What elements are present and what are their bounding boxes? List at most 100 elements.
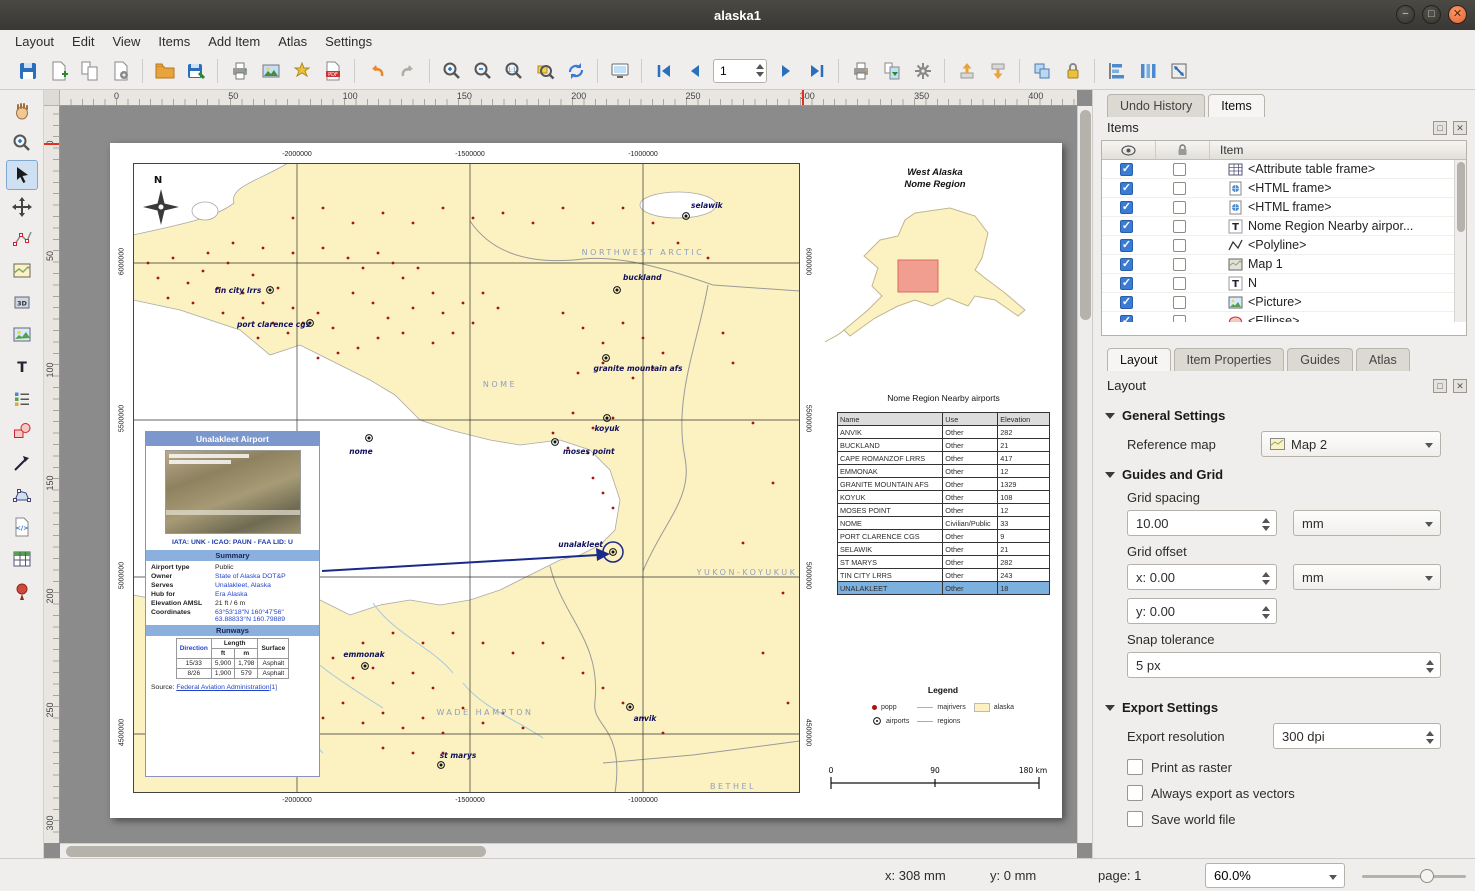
visibility-checkbox[interactable]: ✓ <box>1120 239 1133 252</box>
scalebar-item[interactable]: 0 90 180 km <box>823 763 1047 793</box>
lock-checkbox[interactable] <box>1173 239 1186 252</box>
atlas-settings-button[interactable] <box>907 56 938 87</box>
load-template-button[interactable] <box>149 56 180 87</box>
add-shape-button[interactable] <box>6 416 38 446</box>
reference-map-combo[interactable]: Map 2 <box>1261 431 1441 457</box>
preview-atlas-button[interactable] <box>604 56 635 87</box>
zoom-slider-thumb[interactable] <box>1420 869 1434 883</box>
resize-items-button[interactable] <box>1163 56 1194 87</box>
zoom-out-button[interactable] <box>467 56 498 87</box>
visibility-checkbox[interactable]: ✓ <box>1120 315 1133 323</box>
add-label-button[interactable]: T <box>6 352 38 382</box>
redo-button[interactable] <box>392 56 423 87</box>
zoom-slider[interactable] <box>1362 875 1466 878</box>
lock-checkbox[interactable] <box>1173 220 1186 233</box>
print-atlas-button[interactable] <box>845 56 876 87</box>
print-as-raster-checkbox[interactable] <box>1127 759 1143 775</box>
float-panel-button[interactable]: □ <box>1433 121 1447 135</box>
lock-checkbox[interactable] <box>1173 258 1186 271</box>
zoom-level-input[interactable] <box>1206 864 1344 887</box>
snap-tolerance-spinbox[interactable]: 5 px <box>1127 652 1441 678</box>
group-items-button[interactable] <box>1026 56 1057 87</box>
grid-offset-x-spinbox[interactable]: x: 0.00 <box>1127 564 1277 590</box>
export-svg-button[interactable] <box>286 56 317 87</box>
lock-items-button[interactable] <box>1057 56 1088 87</box>
close-panel-button[interactable]: ✕ <box>1453 379 1467 393</box>
item-row[interactable]: ✓<HTML frame> <box>1102 198 1466 217</box>
tab-atlas[interactable]: Atlas <box>1356 348 1410 371</box>
html-frame-airport-info[interactable]: Unalakleet Airport IATA: UNK - ICAO: PAU… <box>145 431 320 777</box>
canvas-vertical-scrollbar[interactable] <box>1077 106 1092 843</box>
edit-nodes-button[interactable] <box>6 224 38 254</box>
tab-guides[interactable]: Guides <box>1287 348 1353 371</box>
item-row[interactable]: ✓TN <box>1102 274 1466 293</box>
tab-item-properties[interactable]: Item Properties <box>1174 348 1285 371</box>
add-arrow-button[interactable] <box>6 448 38 478</box>
visibility-checkbox[interactable]: ✓ <box>1120 201 1133 214</box>
export-resolution-spinbox[interactable]: 300 dpi <box>1273 723 1441 749</box>
grid-offset-y-spinbox[interactable]: y: 0.00 <box>1127 598 1277 624</box>
layout-page[interactable]: -2000000 -1500000 -1000000 -2000000 -150… <box>110 143 1062 818</box>
last-feature-button[interactable] <box>801 56 832 87</box>
lock-checkbox[interactable] <box>1173 201 1186 214</box>
export-atlas-button[interactable] <box>876 56 907 87</box>
add-3d-map-button[interactable]: 3D <box>6 288 38 318</box>
export-image-button[interactable] <box>255 56 286 87</box>
zoom-full-button[interactable] <box>529 56 560 87</box>
close-panel-button[interactable]: ✕ <box>1453 121 1467 135</box>
visibility-checkbox[interactable]: ✓ <box>1120 258 1133 271</box>
menu-item[interactable]: Items <box>149 32 199 51</box>
visibility-checkbox[interactable]: ✓ <box>1120 220 1133 233</box>
undo-button[interactable] <box>361 56 392 87</box>
grid-spacing-unit-combo[interactable]: mm <box>1293 510 1441 536</box>
tab-layout[interactable]: Layout <box>1107 348 1171 371</box>
item-row[interactable]: ✓<Attribute table frame> <box>1102 160 1466 179</box>
menu-item[interactable]: Edit <box>63 32 103 51</box>
add-html-button[interactable]: </> <box>6 512 38 542</box>
duplicate-layout-button[interactable] <box>74 56 105 87</box>
menu-item[interactable]: Add Item <box>199 32 269 51</box>
general-settings-header[interactable]: General Settings <box>1105 408 1463 423</box>
always-export-vectors-checkbox[interactable] <box>1127 785 1143 801</box>
maximize-button[interactable]: □ <box>1422 5 1441 24</box>
visibility-checkbox[interactable]: ✓ <box>1120 182 1133 195</box>
first-feature-button[interactable] <box>648 56 679 87</box>
select-move-item-button[interactable] <box>6 160 38 190</box>
item-row[interactable]: ✓Map 1 <box>1102 255 1466 274</box>
item-row[interactable]: ✓<Picture> <box>1102 293 1466 312</box>
export-settings-header[interactable]: Export Settings <box>1105 700 1463 715</box>
float-panel-button[interactable]: □ <box>1433 379 1447 393</box>
close-button[interactable]: ✕ <box>1448 5 1467 24</box>
lock-checkbox[interactable] <box>1173 277 1186 290</box>
item-row[interactable]: ✓<Polyline> <box>1102 236 1466 255</box>
zoom-tool-button[interactable] <box>6 128 38 158</box>
zoom-in-button[interactable] <box>436 56 467 87</box>
tab-items[interactable]: Items <box>1208 94 1265 117</box>
refresh-view-button[interactable] <box>560 56 591 87</box>
new-layout-button[interactable] <box>43 56 74 87</box>
align-items-button[interactable] <box>1101 56 1132 87</box>
grid-spacing-spinbox[interactable]: 10.00 <box>1127 510 1277 536</box>
menu-item[interactable]: Layout <box>6 32 63 51</box>
save-button[interactable] <box>12 56 43 87</box>
add-legend-button[interactable] <box>6 384 38 414</box>
lock-checkbox[interactable] <box>1173 182 1186 195</box>
save-as-template-button[interactable] <box>180 56 211 87</box>
items-list-scrollbar[interactable] <box>1454 160 1466 322</box>
map-title-label[interactable]: West Alaska Nome Region <box>850 167 1020 191</box>
item-row[interactable]: ✓<HTML frame> <box>1102 179 1466 198</box>
distribute-items-button[interactable] <box>1132 56 1163 87</box>
print-button[interactable] <box>224 56 255 87</box>
legend-item[interactable]: Legend popp airports majrivers regions <box>843 685 1043 728</box>
lock-checkbox[interactable] <box>1173 163 1186 176</box>
lower-items-button[interactable] <box>982 56 1013 87</box>
guides-grid-header[interactable]: Guides and Grid <box>1105 467 1463 482</box>
move-item-content-button[interactable] <box>6 192 38 222</box>
lock-checkbox[interactable] <box>1173 296 1186 309</box>
visibility-checkbox[interactable]: ✓ <box>1120 163 1133 176</box>
minimize-button[interactable]: − <box>1396 5 1415 24</box>
zoom-level-combo[interactable] <box>1205 863 1345 888</box>
next-feature-button[interactable] <box>770 56 801 87</box>
layout-canvas[interactable]: -2000000 -1500000 -1000000 -2000000 -150… <box>60 106 1077 843</box>
add-attribute-table-button[interactable] <box>6 544 38 574</box>
